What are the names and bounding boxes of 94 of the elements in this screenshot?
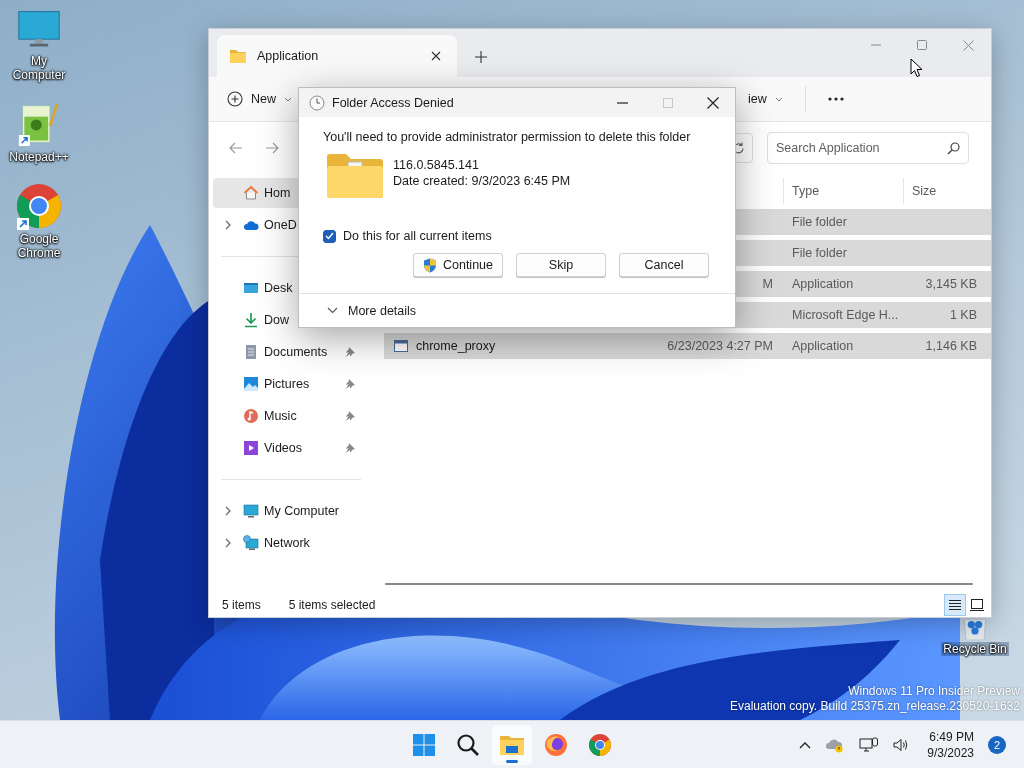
sidebar-label[interactable]: Videos bbox=[264, 441, 302, 455]
close-icon bbox=[962, 39, 974, 51]
monitor-icon bbox=[243, 503, 259, 519]
shield-icon bbox=[422, 257, 437, 273]
desktop-icon bbox=[243, 280, 259, 296]
browser-icon[interactable] bbox=[588, 732, 612, 757]
date-cell: 6/23/2023 4:27 PM bbox=[667, 339, 773, 353]
maximize-icon bbox=[917, 40, 927, 50]
date-cell: M bbox=[762, 277, 773, 291]
network-icon[interactable] bbox=[859, 736, 880, 753]
file-name: chrome_proxy bbox=[416, 339, 496, 353]
type-cell: File folder bbox=[792, 246, 847, 260]
file-row[interactable]: chrome_proxy 6/23/2023 4:27 PM Application 1,146 KB bbox=[384, 333, 991, 359]
video-icon bbox=[243, 440, 259, 456]
search-field[interactable]: Search Application bbox=[767, 132, 969, 164]
download-icon bbox=[243, 312, 259, 328]
checkbox-label[interactable]: Do this for all current items bbox=[343, 229, 492, 243]
music-icon bbox=[243, 408, 259, 424]
column-header[interactable]: Size bbox=[912, 184, 937, 198]
maximize-icon bbox=[662, 97, 673, 108]
view-button[interactable]: iew bbox=[740, 83, 791, 115]
home-icon bbox=[243, 185, 259, 201]
size-cell: 1 KB bbox=[949, 308, 977, 322]
type-cell: File folder bbox=[792, 215, 847, 229]
size-cell: 1,146 KB bbox=[925, 339, 977, 353]
sidebar-item[interactable]: Pictures bbox=[213, 369, 361, 399]
scrollbar[interactable] bbox=[385, 583, 973, 585]
caret-icon bbox=[774, 95, 783, 103]
folder-icon bbox=[229, 48, 247, 64]
sidebar-label[interactable]: Network bbox=[264, 536, 310, 550]
chevron-icon[interactable] bbox=[224, 538, 232, 548]
sidebar-label[interactable]: Hom bbox=[264, 186, 291, 200]
start-icon[interactable] bbox=[412, 732, 436, 757]
sidebar-label[interactable]: Desk bbox=[264, 281, 293, 295]
network-icon bbox=[243, 535, 259, 551]
folder-name: 116.0.5845.141 bbox=[393, 158, 480, 172]
chevron-up-icon[interactable] bbox=[799, 740, 812, 749]
sidebar-label[interactable]: Pictures bbox=[264, 377, 310, 391]
search-icon bbox=[947, 141, 960, 155]
close-icon bbox=[706, 96, 719, 109]
list-icon bbox=[948, 599, 962, 611]
picture-icon bbox=[243, 376, 259, 392]
item-count: 5 items bbox=[222, 598, 261, 612]
type-cell: Microsoft Edge H... bbox=[792, 308, 899, 322]
clock-time[interactable]: 6:49 PM bbox=[929, 729, 974, 744]
sidebar-label[interactable]: Documents bbox=[264, 345, 328, 359]
plus-circle-icon bbox=[227, 91, 243, 107]
sidebar-item[interactable]: Music bbox=[213, 401, 361, 431]
sidebar-item[interactable]: Desk bbox=[213, 273, 361, 303]
type-cell: Application bbox=[792, 277, 854, 291]
back-arrow-icon bbox=[229, 142, 243, 154]
sidebar-item[interactable]: Videos bbox=[213, 433, 361, 463]
view-toggle-button[interactable] bbox=[944, 594, 966, 616]
tab[interactable]: Application bbox=[217, 35, 457, 77]
chevron-icon[interactable] bbox=[224, 506, 232, 516]
minimize-icon bbox=[617, 101, 628, 104]
dialog-button[interactable]: Cancel bbox=[619, 253, 709, 277]
square-icon bbox=[970, 599, 984, 611]
close-icon bbox=[431, 51, 441, 61]
sidebar-label[interactable]: Music bbox=[264, 409, 297, 423]
speaker-icon[interactable] bbox=[893, 737, 910, 752]
dialog-button[interactable]: Skip bbox=[516, 253, 606, 277]
browser-icon[interactable] bbox=[15, 182, 63, 230]
clock-icon bbox=[309, 94, 325, 111]
new-button[interactable]: New bbox=[219, 83, 300, 115]
sidebar-item[interactable]: Documents bbox=[213, 337, 361, 367]
caret-icon bbox=[284, 95, 292, 103]
sidebar-label[interactable]: OneD bbox=[264, 218, 297, 232]
sidebar-item[interactable]: My Computer bbox=[213, 496, 361, 526]
notification-badge[interactable]: 2 bbox=[988, 735, 1006, 754]
minimize-icon bbox=[871, 44, 881, 46]
document-icon bbox=[243, 344, 259, 360]
application-icon bbox=[394, 340, 408, 352]
checkbox[interactable] bbox=[323, 229, 336, 243]
dialog-title: Folder Access Denied bbox=[332, 95, 455, 110]
more-details-button[interactable]: More details bbox=[327, 303, 417, 318]
sidebar-item[interactable]: Network bbox=[213, 528, 361, 558]
selection-count: 5 items selected bbox=[288, 598, 376, 612]
forward-arrow-icon bbox=[265, 142, 279, 154]
type-cell: Application bbox=[792, 339, 854, 353]
size-cell: 3,145 KB bbox=[925, 277, 977, 291]
clock-date[interactable]: 9/3/2023 bbox=[927, 745, 974, 760]
dialog-button[interactable]: Continue bbox=[413, 253, 503, 277]
sidebar-label[interactable]: Dow bbox=[264, 313, 289, 327]
column-header[interactable]: Type bbox=[792, 184, 820, 198]
folder-icon bbox=[326, 153, 384, 199]
plus-icon bbox=[475, 51, 487, 63]
folder-date: Date created: 9/3/2023 6:45 PM bbox=[393, 174, 571, 188]
browser-icon[interactable] bbox=[544, 732, 568, 757]
sidebar-label[interactable]: My Computer bbox=[264, 504, 340, 518]
chevron-icon[interactable] bbox=[224, 220, 232, 230]
search-icon[interactable] bbox=[456, 732, 480, 757]
dialog-message: You'll need to provide administrator permission to delete this folder bbox=[323, 130, 692, 144]
more-icon bbox=[827, 97, 844, 101]
